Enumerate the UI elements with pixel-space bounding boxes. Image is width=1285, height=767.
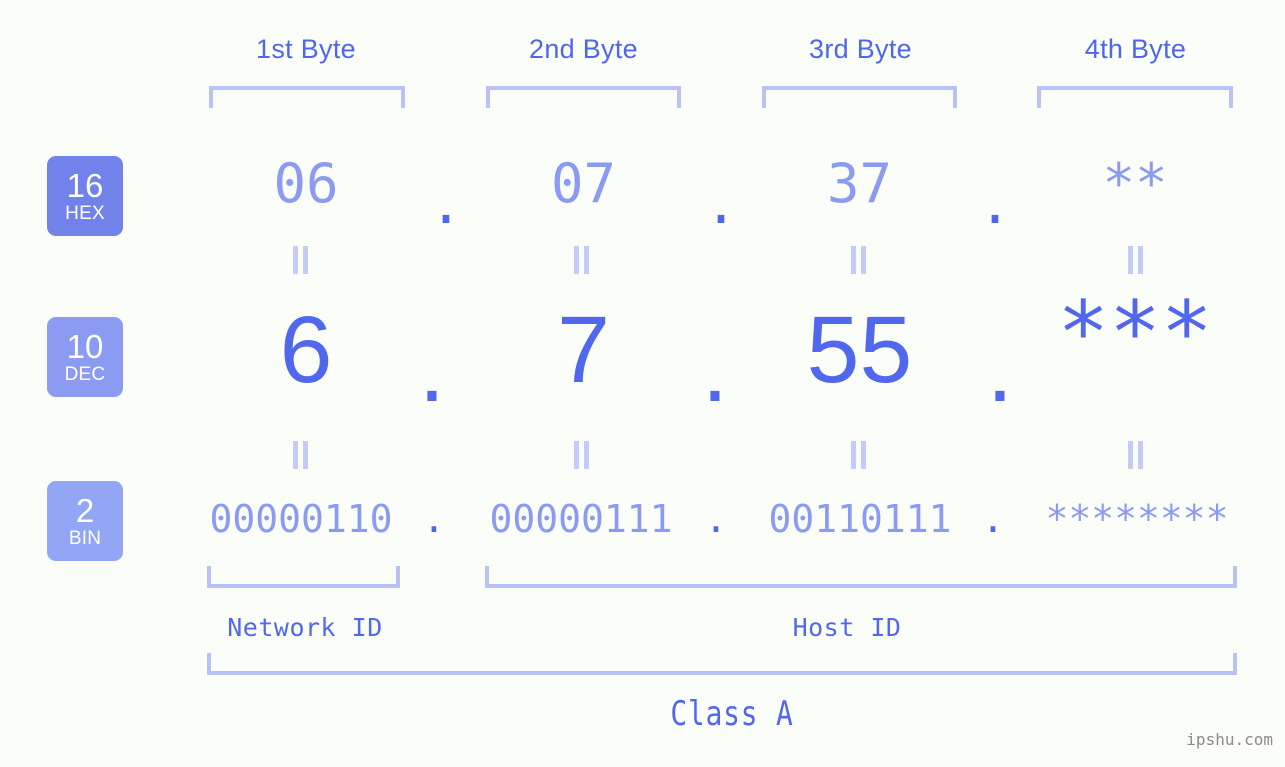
bin-separator-2: . [704,497,728,541]
equals-mark-hex-dec-2 [574,246,590,274]
equals-mark-dec-bin-3 [851,441,867,469]
base-badge-bin: 2 BIN [47,481,123,561]
class-label: Class A [670,694,794,734]
hex-octet-3: 37 [826,152,893,215]
host-id-bracket [485,566,1237,588]
hex-octet-2: 07 [550,152,617,215]
dec-octet-2: 7 [557,297,610,403]
byte-bracket-1 [209,86,405,108]
base-badge-dec-name: DEC [64,364,106,385]
bin-separator-3: . [981,497,1005,541]
base-badge-hex: 16 HEX [47,156,123,236]
base-badge-bin-name: BIN [68,528,102,549]
equals-mark-dec-bin-4 [1128,441,1144,469]
network-id-bracket [207,566,400,588]
base-badge-dec: 10 DEC [47,317,123,397]
equals-mark-hex-dec-1 [293,246,309,274]
byte-bracket-3 [762,86,957,108]
dec-octet-3: 55 [806,297,913,403]
hex-separator-2: . [704,173,738,236]
byte-bracket-4 [1037,86,1233,108]
class-bracket [207,653,1237,675]
hex-octet-1: 06 [273,152,339,215]
bin-octet-4: ******** [1045,497,1229,541]
equals-mark-hex-dec-3 [851,246,867,274]
hex-octet-4: ** [1102,152,1168,215]
dec-separator-2: . [701,316,729,422]
hex-separator-3: . [978,173,1012,236]
equals-mark-dec-bin-2 [574,441,590,469]
bin-octet-2: 00000111 [489,497,673,541]
host-id-label: Host ID [792,613,902,642]
network-id-label: Network ID [227,613,383,642]
hex-separator-1: . [429,173,463,236]
byte-header-3: 3rd Byte [809,34,912,64]
watermark: ipshu.com [1186,730,1273,749]
bin-octet-1: 00000110 [209,497,393,541]
bin-octet-3: 00110111 [768,497,952,541]
base-badge-hex-name: HEX [65,203,105,224]
equals-mark-hex-dec-4 [1128,246,1144,274]
byte-bracket-2 [486,86,681,108]
base-badge-dec-number: 10 [66,328,104,365]
byte-header-1: 1st Byte [256,34,356,64]
dec-octet-1: 6 [279,297,333,403]
dec-separator-3: . [986,316,1014,422]
dec-octet-4: *** [1057,283,1213,383]
base-badge-hex-number: 16 [66,167,104,204]
byte-header-4: 4th Byte [1084,34,1187,64]
dec-separator-1: . [418,316,446,422]
equals-mark-dec-bin-1 [293,441,309,469]
bin-separator-1: . [422,497,446,541]
base-badge-bin-number: 2 [75,492,95,529]
byte-header-2: 2nd Byte [529,34,638,64]
